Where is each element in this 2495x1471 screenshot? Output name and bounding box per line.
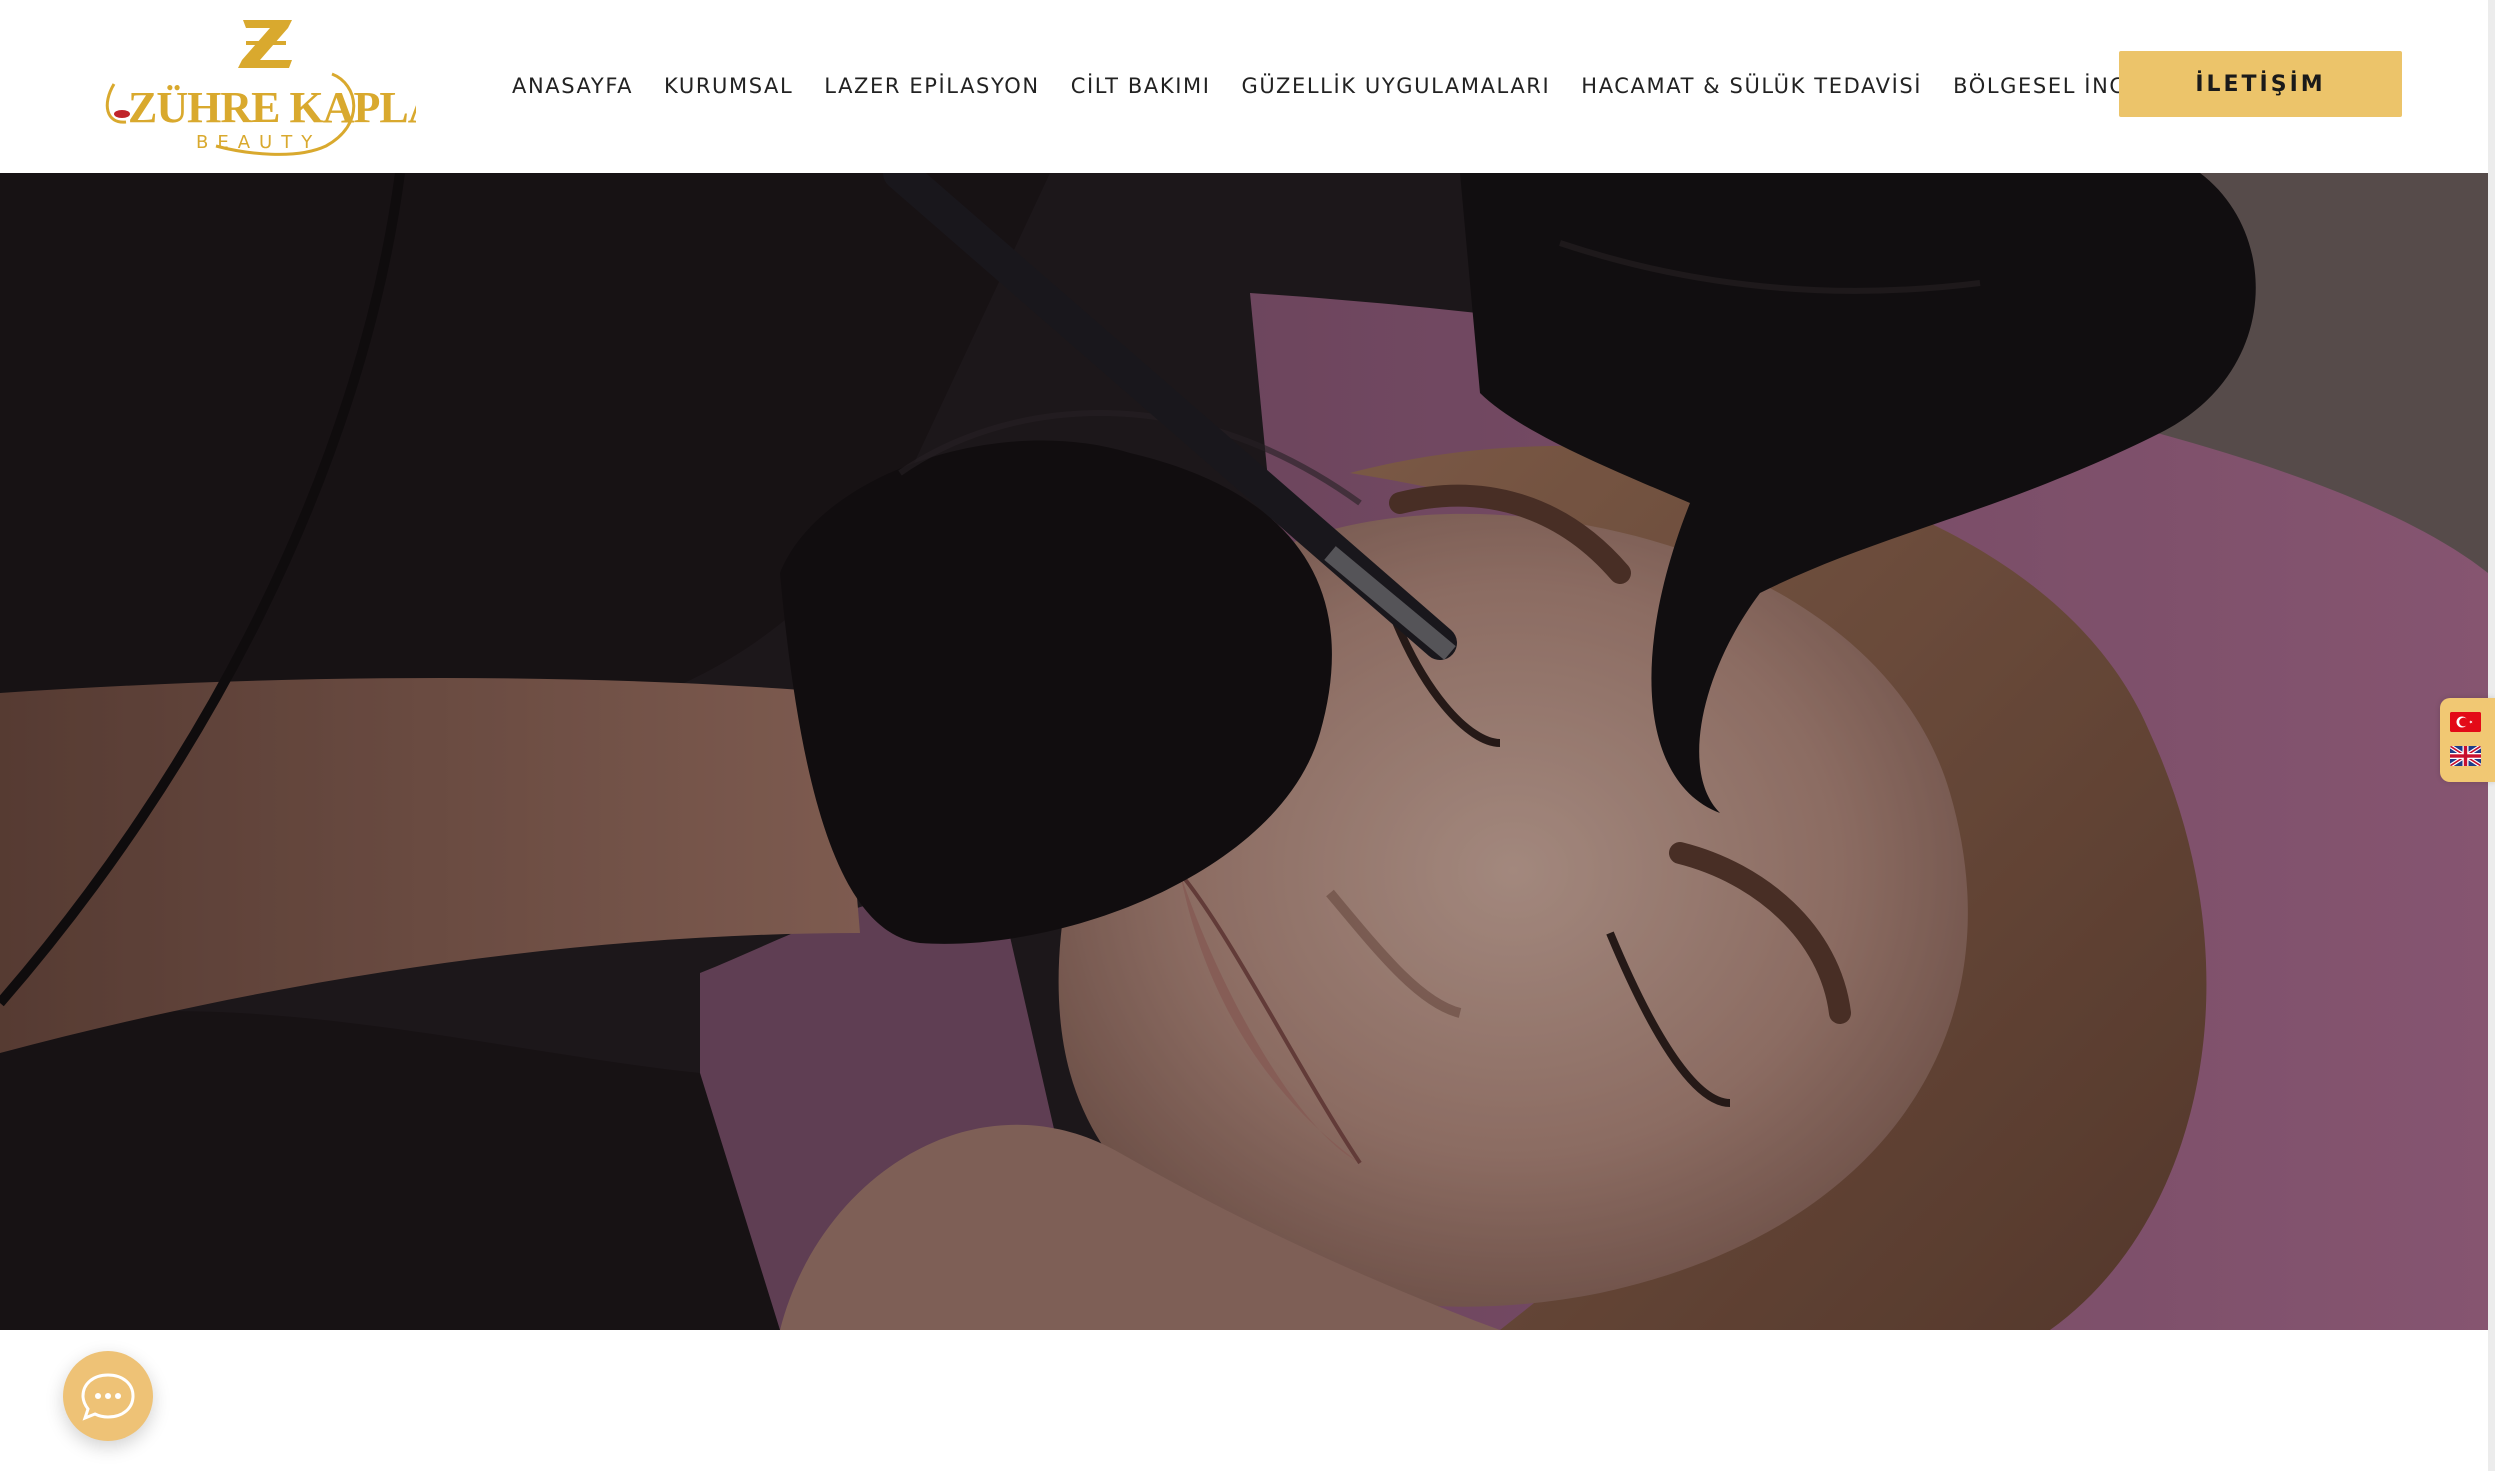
contact-button[interactable]: İLETİŞİM [2119,51,2402,117]
nav-item-kurumsal[interactable]: KURUMSAL [664,74,793,98]
main-nav: ANASAYFA KURUMSAL LAZER EPİLASYON CİLT B… [512,66,2219,106]
brand-logo[interactable]: ZÜHRE KAPLAN BEAUTY [96,14,416,160]
hero-image [0,173,2488,1330]
logo-subtitle: BEAUTY [196,132,321,153]
logo-wordmark: ZÜHRE KAPLAN [128,83,416,132]
nav-item-guzellik-uygulamalari[interactable]: GÜZELLİK UYGULAMALARI [1242,74,1551,98]
nav-item-anasayfa[interactable]: ANASAYFA [512,74,633,98]
chat-button[interactable] [63,1351,153,1441]
nav-item-cilt-bakimi[interactable]: CİLT BAKIMI [1071,74,1211,98]
turkey-flag-icon[interactable] [2450,712,2481,732]
chat-bubble-icon [81,1373,135,1421]
language-switcher [2440,698,2495,782]
brand-logo-graphic: ZÜHRE KAPLAN BEAUTY [105,20,416,156]
nav-item-hacamat-suluk[interactable]: HACAMAT & SÜLÜK TEDAVİSİ [1581,74,1922,98]
uk-flag-icon[interactable] [2450,746,2481,766]
hero-photo [0,173,2488,1330]
nav-item-lazer-epilasyon[interactable]: LAZER EPİLASYON [824,74,1039,98]
site-header: ZÜHRE KAPLAN BEAUTY ANASAYFA KURUMSAL LA… [0,0,2495,173]
